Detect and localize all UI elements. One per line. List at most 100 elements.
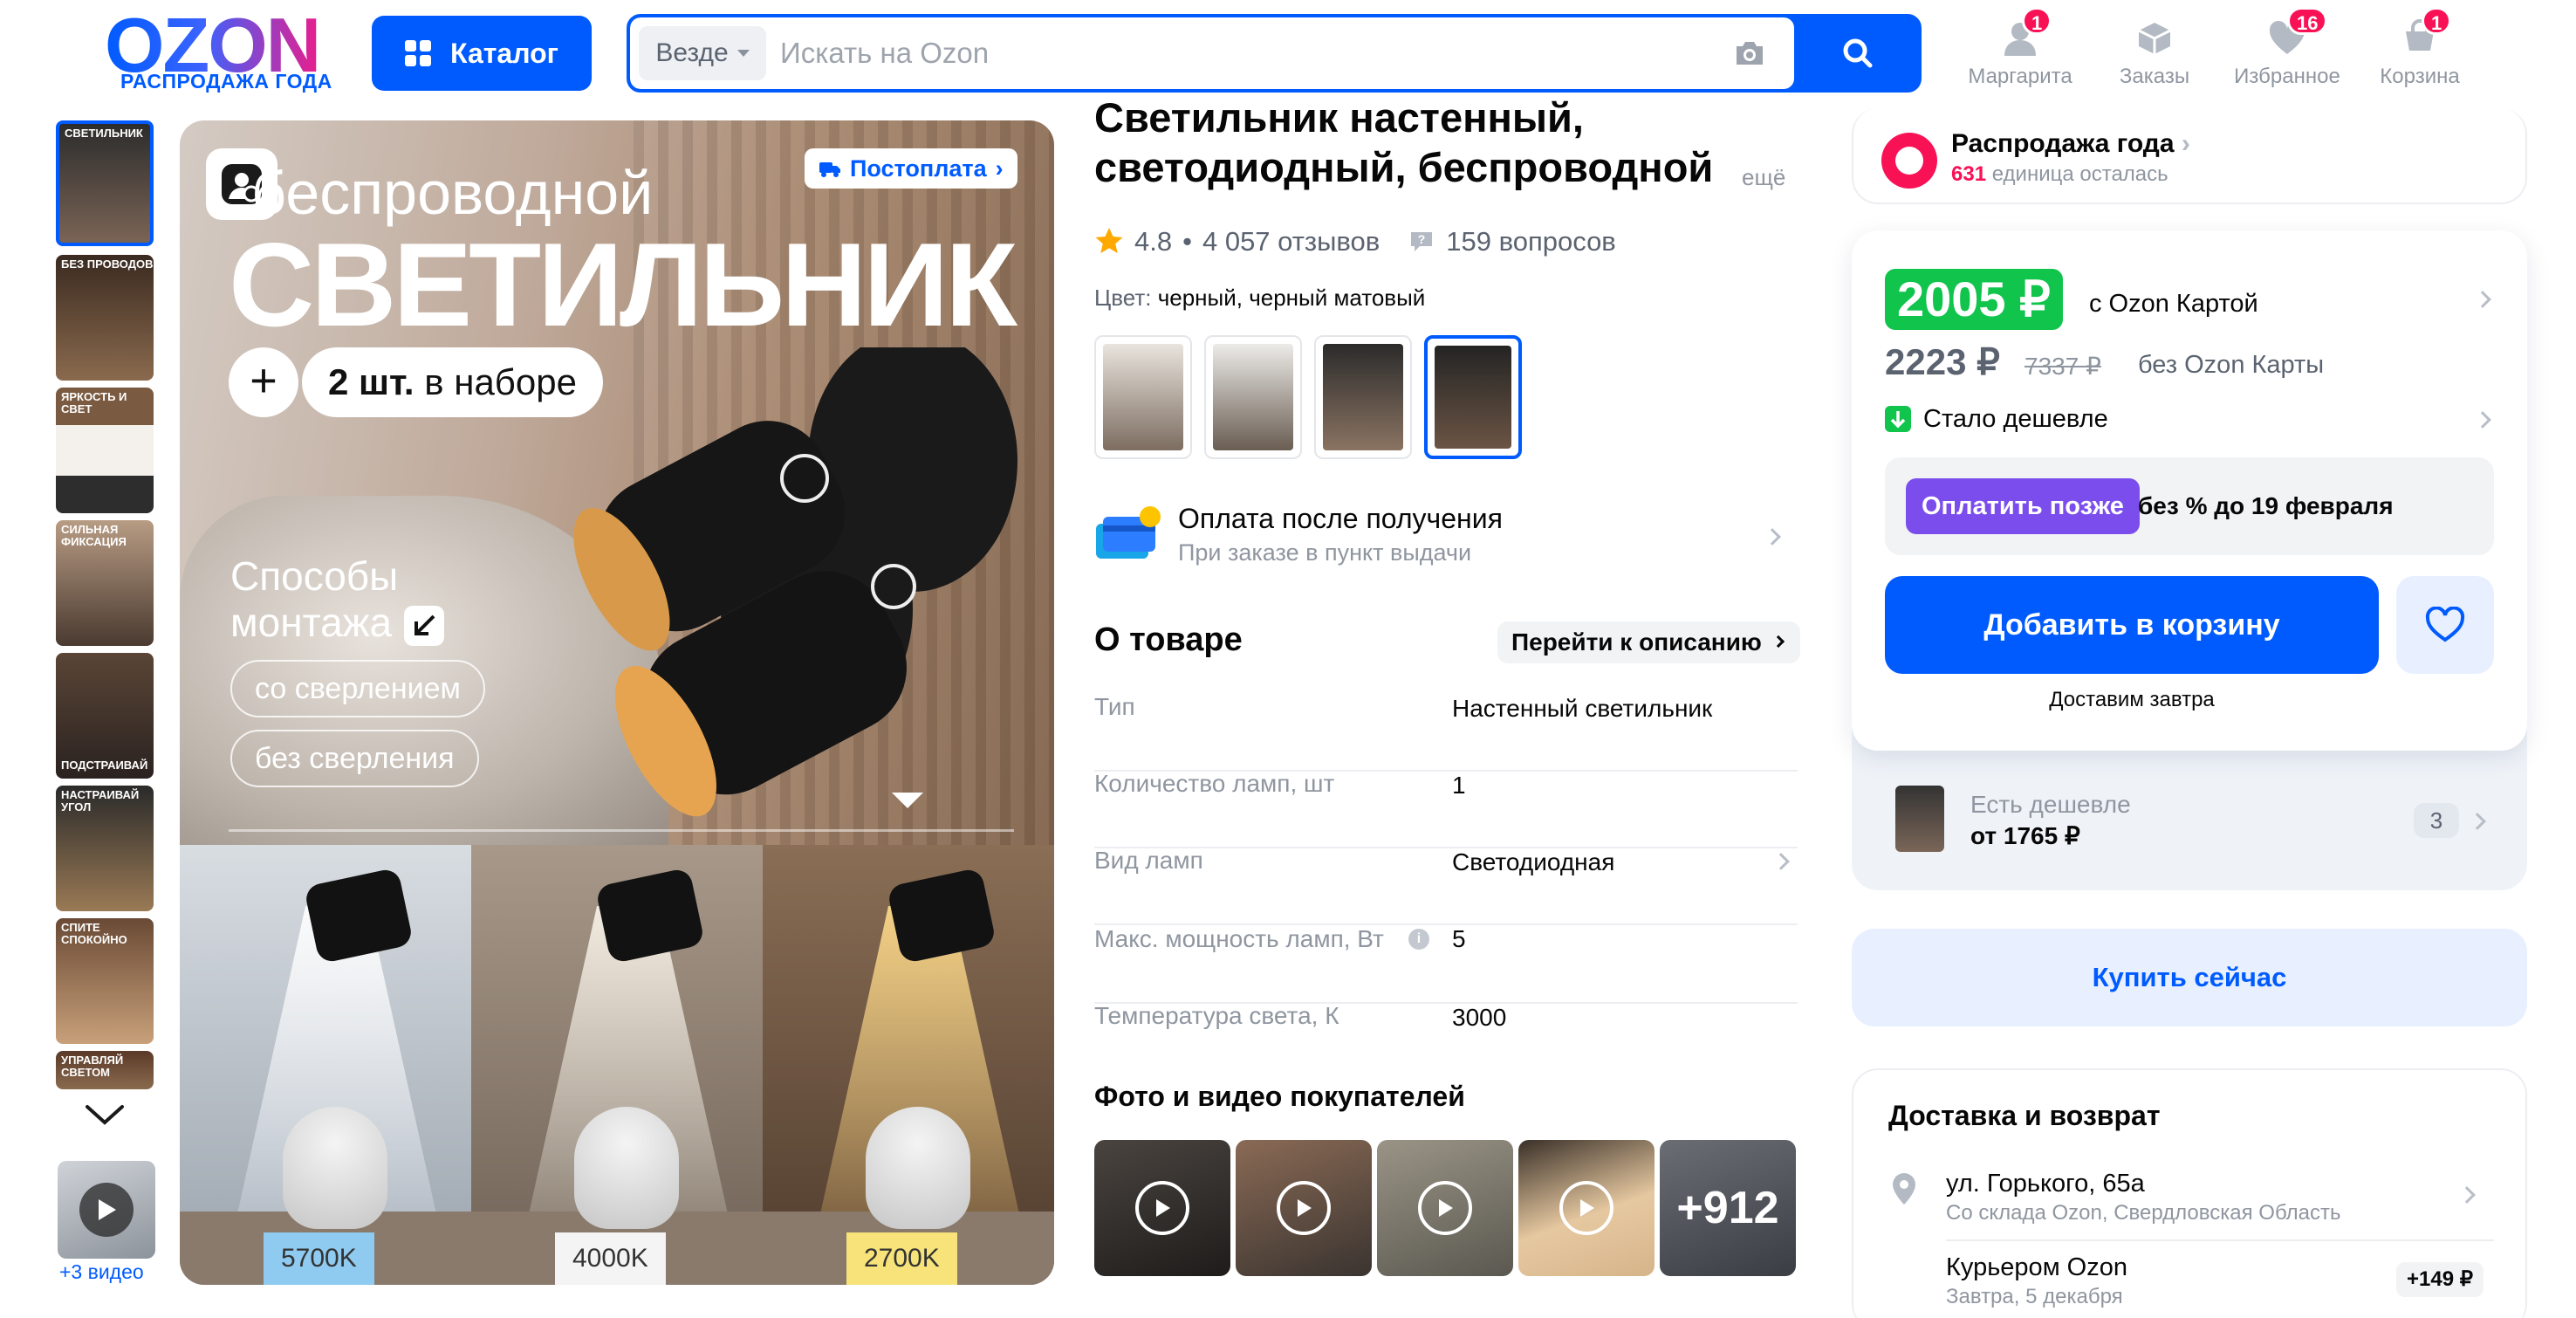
pay-after-subtitle: При заказе в пункт выдачи — [1178, 539, 1472, 566]
color-swatch-selected[interactable] — [1424, 335, 1522, 459]
ozon-logo[interactable]: OZON РАСПРОДАЖА ГОДА — [105, 7, 340, 92]
postpay-badge[interactable]: Постоплата › — [805, 148, 1017, 189]
gallery-thumb[interactable]: СИЛЬНАЯ ФИКСАЦИЯ — [56, 520, 154, 646]
spec-key: Тип — [1094, 693, 1135, 720]
color-swatch[interactable] — [1204, 335, 1302, 459]
temp-label: 5700K — [264, 1232, 374, 1285]
spec-value: 5 — [1452, 925, 1466, 952]
header-orders-label: Заказы — [2119, 65, 2190, 88]
gallery-thumb[interactable]: СВЕТИЛЬНИК — [56, 120, 154, 246]
customer-video-thumb[interactable] — [1377, 1140, 1513, 1276]
customer-video-thumb[interactable] — [1518, 1140, 1655, 1276]
arrow-down-left-icon — [404, 605, 445, 646]
add-to-cart-button[interactable]: Добавить в корзину — [1885, 576, 2379, 674]
main-product-image[interactable]: Постоплата › беспроводной СВЕТИЛЬНИК + 2… — [180, 120, 1054, 1285]
price-without-card: 2223 ₽ — [1885, 341, 2000, 382]
color-swatch[interactable] — [1314, 335, 1412, 459]
without-card-label: без Ozon Карты — [2138, 351, 2325, 379]
star-icon — [1095, 228, 1123, 254]
chevron-down-icon — [736, 50, 750, 57]
sale-banner[interactable]: Распродажа года › 631 единица осталась — [1852, 108, 2527, 204]
info-icon[interactable]: i — [1408, 929, 1429, 950]
triangle-marker-icon — [892, 793, 923, 808]
search-input[interactable] — [780, 26, 1723, 80]
gallery-thumb[interactable]: СПИТЕ СПОКОЙНО — [56, 918, 154, 1044]
gallery-thumb[interactable]: БЕЗ ПРОВОДОВ — [56, 255, 154, 381]
delivery-title: Доставка и возврат — [1888, 1100, 2161, 1131]
header-cart[interactable]: 1 Корзина — [2354, 7, 2485, 93]
search-button[interactable] — [1794, 17, 1918, 89]
set-text: в наборе — [424, 361, 577, 402]
spec-key: Вид ламп — [1094, 847, 1203, 874]
customer-photos-title: Фото и видео покупателей — [1094, 1081, 1465, 1112]
search-bar: Везде — [627, 14, 1922, 93]
catalog-button[interactable]: Каталог — [372, 16, 592, 91]
customer-photos-more[interactable]: +912 — [1660, 1140, 1796, 1276]
search-scope-label: Везде — [655, 38, 729, 67]
header-orders[interactable]: Заказы — [2089, 12, 2220, 93]
spec-row: Температура света, К 3000 — [1094, 1004, 1798, 1081]
gallery-thumb[interactable]: УПРАВЛЯЙ СВЕТОМ — [56, 1051, 154, 1089]
add-to-favorites-button[interactable] — [2396, 576, 2494, 674]
cheaper-offer-price: от 1765 ₽ — [1970, 822, 2080, 849]
location-pin-icon — [1893, 1173, 1915, 1205]
customer-video-thumb[interactable] — [1094, 1140, 1230, 1276]
with-card-label: с Ozon Картой — [2089, 290, 2258, 318]
card-payment-icon — [1096, 506, 1161, 559]
thumb-caption: СИЛЬНАЯ ФИКСАЦИЯ — [61, 523, 127, 549]
color-temperature-panels: 5700K 4000K 2700K — [180, 845, 1054, 1285]
video-thumb[interactable] — [58, 1161, 155, 1259]
product-page: OZON РАСПРОДАЖА ГОДА Каталог Везде Искат… — [0, 0, 2576, 1318]
price-old: 7337 ₽ — [2024, 353, 2101, 380]
play-icon — [1135, 1181, 1189, 1235]
rating-value[interactable]: 4.8 — [1134, 228, 1172, 255]
temp-label: 4000K — [555, 1232, 666, 1285]
gallery-thumb[interactable]: ЯРКОСТЬ И СВЕТ — [56, 388, 154, 513]
set-count-pill: 2 шт. в наборе — [302, 347, 603, 417]
temp-label: 2700K — [846, 1232, 957, 1285]
header-favorites[interactable]: 16 Избранное — [2222, 7, 2353, 93]
sale-stock-count: 631 — [1951, 162, 1987, 186]
pay-later-text: без % до 19 февраля — [2138, 492, 2394, 519]
header-profile[interactable]: 1 Маргарита — [1955, 7, 2086, 93]
chevron-right-icon[interactable] — [2474, 291, 2491, 308]
thumb-caption: УПРАВЛЯЙ СВЕТОМ — [61, 1054, 124, 1080]
spec-value: Настенный светильник — [1452, 695, 1713, 722]
cheaper-offer-label[interactable]: Есть дешевле — [1970, 793, 2131, 817]
search-scope-dropdown[interactable]: Везде — [639, 26, 766, 80]
catalog-label: Каталог — [450, 38, 558, 69]
customer-video-thumb[interactable] — [1236, 1140, 1372, 1276]
courier-price: +149 ₽ — [2396, 1262, 2484, 1297]
image-headline-small: беспроводной — [251, 159, 654, 227]
pay-after-delivery[interactable]: Оплата после получения При заказе в пунк… — [1094, 499, 1792, 573]
pay-later-button[interactable]: Оплатить позже — [1906, 478, 2140, 534]
camera-icon[interactable] — [1733, 38, 1766, 68]
gallery-thumb[interactable]: ПОДСТРАИВАЙ — [56, 653, 154, 779]
spec-row[interactable]: Вид ламп Светодиодная — [1094, 848, 1798, 925]
title-more-link[interactable]: ещё — [1742, 166, 1785, 189]
about-title: О товаре — [1094, 621, 1243, 658]
questions-link[interactable]: 159 вопросов — [1446, 228, 1616, 255]
buy-now-button[interactable]: Купить сейчас — [1852, 929, 2527, 1026]
rating-row: 4.8 • 4 057 отзывов ? 159 вопросов — [1094, 225, 1616, 257]
goto-description-button[interactable]: Перейти к описанию — [1497, 621, 1800, 663]
color-row: Цвет: черный, черный матовый — [1094, 286, 1425, 309]
goto-description-label: Перейти к описанию — [1511, 628, 1762, 656]
courier-delivery[interactable]: Курьером Ozon — [1946, 1255, 2127, 1280]
question-chat-icon: ? — [1411, 232, 1433, 251]
color-swatch[interactable] — [1094, 335, 1192, 459]
gallery-thumb[interactable]: НАСТРАИВАЙ УГОЛ — [56, 786, 154, 911]
chevron-right-icon — [1771, 635, 1785, 649]
chevron-right-icon[interactable] — [2458, 1186, 2476, 1204]
plus-badge: + — [229, 347, 298, 417]
more-videos-link[interactable]: +3 видео — [59, 1262, 164, 1282]
delivery-address[interactable]: ул. Горького, 65а — [1946, 1171, 2145, 1197]
spec-row: Макс. мощность ламп, Вт i 5 — [1094, 927, 1798, 1004]
price-dropped-row[interactable]: Стало дешевле — [1885, 403, 2108, 435]
reviews-link[interactable]: 4 057 отзывов — [1202, 228, 1380, 255]
price-card: 2005 ₽ с Ozon Картой 2223 ₽ 7337 ₽ без O… — [1852, 230, 2527, 751]
thumb-caption: БЕЗ ПРОВОДОВ — [61, 257, 154, 271]
cheaper-offer-thumb[interactable] — [1895, 786, 1944, 852]
mount-title-line2: монтажа — [230, 599, 393, 645]
chevron-down-icon[interactable] — [84, 1102, 126, 1128]
